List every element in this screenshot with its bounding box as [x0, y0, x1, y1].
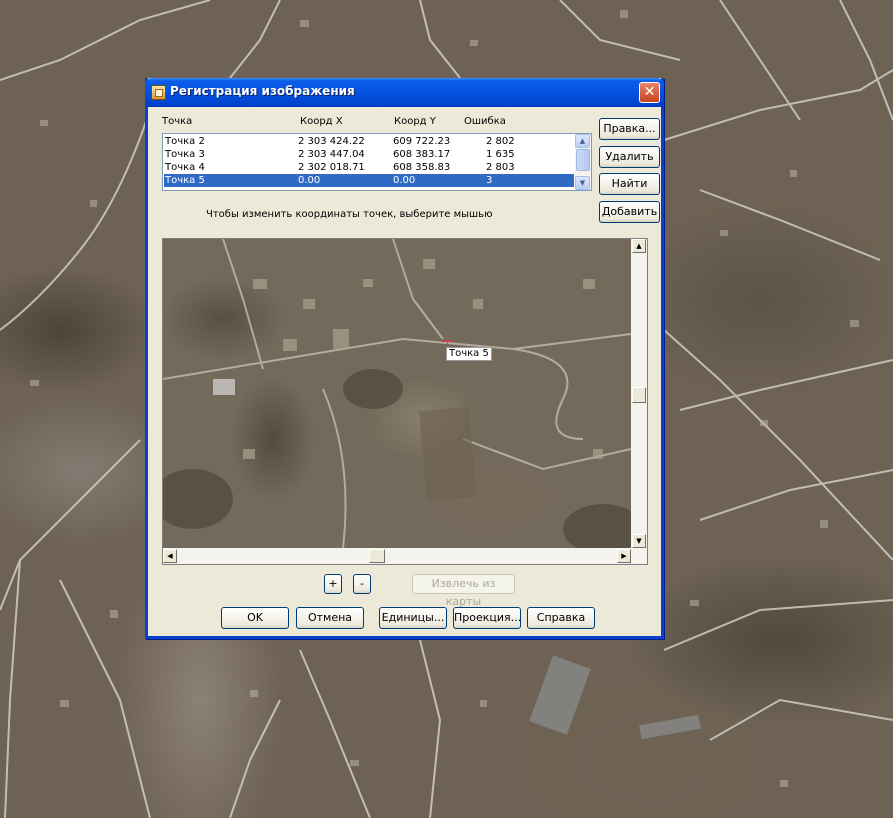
list-row-selected[interactable]: Точка 5 0.00 0.00 3 — [164, 174, 574, 187]
cell-error: 2 803 — [486, 162, 515, 173]
image-vscroll-thumb[interactable] — [632, 387, 646, 403]
column-header-error[interactable]: Ошибка — [464, 116, 506, 127]
units-button[interactable]: Единицы... — [379, 607, 447, 629]
cell-x: 2 302 018.71 — [298, 162, 365, 173]
hint-text: Чтобы изменить координаты точек, выберит… — [206, 209, 493, 220]
extract-from-map-button[interactable]: Извлечь из карты — [412, 574, 515, 608]
image-hscroll-thumb[interactable] — [369, 549, 385, 563]
cell-y: 608 358.83 — [393, 162, 451, 173]
scroll-left-arrow-icon[interactable]: ◀ — [163, 549, 177, 563]
scroll-down-arrow-icon[interactable]: ▼ — [632, 534, 646, 548]
list-scroll-thumb[interactable] — [576, 149, 590, 171]
ok-button[interactable]: OK — [221, 607, 289, 629]
cell-point: Точка 4 — [165, 162, 205, 173]
image-vertical-scrollbar[interactable]: ▲ ▼ — [631, 239, 647, 548]
scroll-right-arrow-icon[interactable]: ▶ — [617, 549, 631, 563]
cell-point: Точка 3 — [165, 149, 205, 160]
column-header-point[interactable]: Точка — [162, 116, 192, 127]
list-scrollbar[interactable]: ▲ ▼ — [575, 134, 591, 190]
find-button[interactable]: Найти — [599, 173, 660, 195]
cancel-button[interactable]: Отмена — [296, 607, 364, 629]
title-bar[interactable]: Регистрация изображения ✕ — [145, 78, 664, 107]
edit-button[interactable]: Правка... — [599, 118, 660, 140]
column-header-x[interactable]: Коорд X — [300, 116, 343, 127]
zoom-in-button[interactable]: + — [324, 574, 342, 594]
image-features — [163, 239, 631, 548]
image-registration-dialog: Регистрация изображения ✕ Точка Коорд X … — [145, 78, 664, 639]
cell-error: 2 802 — [486, 136, 515, 147]
list-row[interactable]: Точка 2 2 303 424.22 609 722.23 2 802 — [164, 135, 574, 148]
cell-y: 609 722.23 — [393, 136, 451, 147]
image-preview-panel: Точка 5 ▲ ▼ ◀ ▶ — [162, 238, 648, 565]
scroll-down-arrow-icon[interactable]: ▼ — [575, 176, 590, 190]
add-button[interactable]: Добавить — [599, 201, 660, 223]
cell-y: 608 383.17 — [393, 149, 451, 160]
projection-button[interactable]: Проекция... — [453, 607, 521, 629]
cell-point: Точка 5 — [165, 175, 205, 186]
point-label: Точка 5 — [446, 347, 492, 361]
close-icon[interactable]: ✕ — [639, 82, 660, 103]
cell-x: 2 303 447.04 — [298, 149, 365, 160]
cell-y: 0.00 — [393, 175, 416, 186]
delete-button[interactable]: Удалить — [599, 146, 660, 168]
column-header-y[interactable]: Коорд Y — [394, 116, 436, 127]
cell-x: 2 303 424.22 — [298, 136, 365, 147]
image-horizontal-scrollbar[interactable]: ◀ ▶ — [163, 548, 631, 564]
cell-point: Точка 2 — [165, 136, 205, 147]
list-row[interactable]: Точка 3 2 303 447.04 608 383.17 1 635 — [164, 148, 574, 161]
list-row[interactable]: Точка 4 2 302 018.71 608 358.83 2 803 — [164, 161, 574, 174]
help-button[interactable]: Справка — [527, 607, 595, 629]
control-points-list[interactable]: Точка 2 2 303 424.22 609 722.23 2 802 То… — [162, 133, 592, 191]
zoom-out-button[interactable]: - — [353, 574, 371, 594]
dialog-title: Регистрация изображения — [170, 84, 355, 98]
scroll-up-arrow-icon[interactable]: ▲ — [632, 239, 646, 253]
scroll-up-arrow-icon[interactable]: ▲ — [575, 134, 590, 148]
image-view[interactable]: Точка 5 — [163, 239, 631, 548]
app-icon — [151, 85, 166, 100]
cell-error: 1 635 — [486, 149, 515, 160]
cell-error: 3 — [486, 175, 493, 186]
cell-x: 0.00 — [298, 175, 321, 186]
